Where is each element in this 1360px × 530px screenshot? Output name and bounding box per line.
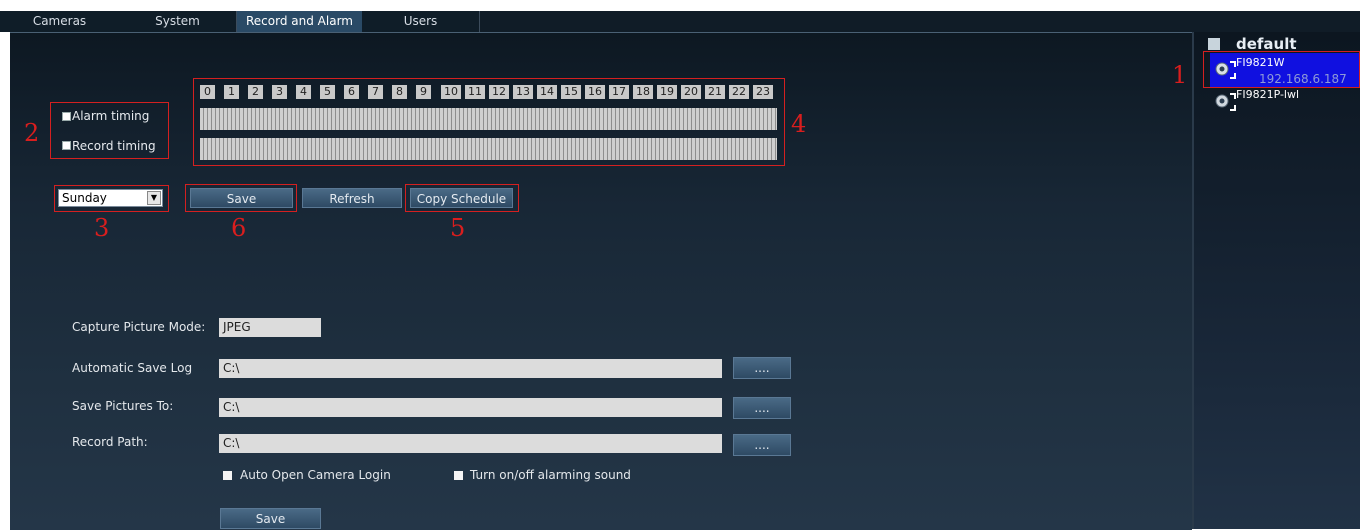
annotation-2: 2 — [24, 119, 40, 147]
copy-schedule-highlight — [405, 184, 519, 212]
timing-checkbox-highlight — [50, 102, 169, 159]
annotation-6: 6 — [231, 214, 247, 242]
auto-open-login-checkbox[interactable] — [223, 471, 232, 480]
auto-open-login-label: Auto Open Camera Login — [240, 468, 391, 482]
annotation-1: 1 — [1172, 61, 1188, 89]
annotation-4: 4 — [791, 110, 807, 138]
capture-mode-select[interactable]: JPEG — [219, 318, 321, 337]
capture-mode-label: Capture Picture Mode: — [72, 320, 206, 334]
device-item-fi9821p-lwl[interactable]: FI9821P-lwl — [1236, 88, 1299, 101]
save-pictures-label: Save Pictures To: — [72, 399, 174, 413]
settings-save-button[interactable]: Save — [220, 508, 321, 529]
save-pictures-field[interactable]: C:\ — [219, 398, 722, 417]
auto-save-log-label: Automatic Save Log — [72, 361, 193, 375]
refresh-button[interactable]: Refresh — [302, 188, 402, 208]
folder-icon — [1208, 38, 1220, 50]
tab-system[interactable]: System — [119, 11, 237, 32]
record-path-label: Record Path: — [72, 435, 148, 449]
alarm-sound-checkbox[interactable] — [454, 471, 463, 480]
schedule-grid-highlight — [193, 78, 785, 166]
tab-cameras[interactable]: Cameras — [0, 11, 120, 32]
annotation-5: 5 — [450, 214, 466, 242]
annotation-3: 3 — [94, 214, 110, 242]
save-pictures-browse-button[interactable]: .... — [733, 397, 791, 419]
top-menu-bar: Cameras System Record and Alarm Users — [0, 11, 1360, 32]
day-select-highlight — [54, 185, 169, 212]
selected-device-highlight — [1203, 51, 1360, 88]
record-path-field[interactable]: C:\ — [219, 434, 722, 453]
save-button-highlight — [185, 184, 297, 212]
auto-save-log-browse-button[interactable]: .... — [733, 357, 791, 379]
tab-users[interactable]: Users — [362, 11, 480, 32]
record-and-alarm-window: Cameras System Record and Alarm Users 01… — [0, 0, 1360, 530]
record-path-browse-button[interactable]: .... — [733, 434, 791, 456]
tab-record-and-alarm[interactable]: Record and Alarm — [237, 11, 363, 32]
auto-save-log-field[interactable]: C:\ — [219, 359, 722, 378]
alarm-sound-label: Turn on/off alarming sound — [470, 468, 631, 482]
